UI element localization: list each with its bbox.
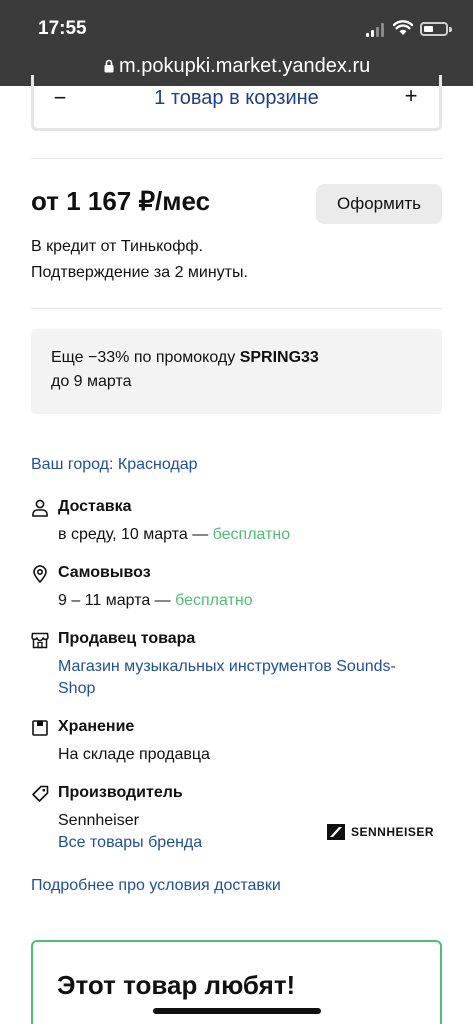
box-icon [32, 720, 48, 736]
battery-icon [420, 22, 452, 36]
delivery-terms-link[interactable]: Подробнее про условия доставки [31, 877, 281, 895]
credit-line-2: Подтверждение за 2 минуты. [31, 264, 248, 281]
storage-title: Хранение [58, 718, 135, 735]
delivery-title: Доставка [58, 498, 132, 515]
seller-title: Продавец товара [58, 630, 196, 647]
pickup-info: 9 – 11 марта — бесплатно [58, 592, 253, 609]
promo-banner: Еще −33% по промокоду SPRING33 до 9 март… [31, 329, 442, 414]
storage-info: На складе продавца [58, 746, 210, 763]
status-time: 17:55 [38, 18, 87, 39]
status-bar: 17:55 [0, 0, 473, 52]
cart-count-label[interactable]: 1 товар в корзине [34, 87, 439, 110]
tag-icon [32, 785, 49, 802]
sennheiser-logo[interactable]: SENNHEISER [327, 823, 434, 841]
monthly-price: от 1 167 ₽/мес [31, 186, 211, 216]
pickup-title: Самовывоз [58, 564, 151, 581]
city-selector-link[interactable]: Ваш город: Краснодар [31, 456, 198, 474]
brand-logo-text: SENNHEISER [351, 825, 435, 839]
pickup-price: бесплатно [175, 592, 253, 609]
lock-icon [104, 59, 114, 73]
wifi-icon [393, 20, 413, 35]
person-icon [32, 499, 48, 517]
popular-heading: Этот товар любят! [57, 970, 296, 1000]
manufacturer-title: Производитель [58, 784, 183, 801]
brand-mark-icon [327, 824, 345, 840]
credit-line-1: В кредит от Тинькофф. [31, 238, 203, 255]
home-indicator[interactable] [153, 1008, 321, 1014]
promo-code: SPRING33 [239, 349, 319, 366]
manufacturer-info: Sennheiser Все товары бренда [58, 810, 202, 854]
seller-link[interactable]: Магазин музыкальных инструментов Sounds-… [58, 656, 396, 700]
divider [31, 308, 442, 309]
checkout-button[interactable]: Оформить [316, 184, 442, 224]
cart-quantity-control: − 1 товар в корзине + [31, 75, 442, 131]
promo-text: Еще −33% по промокоду SPRING33 [51, 349, 319, 366]
manufacturer-name: Sennheiser [58, 812, 139, 829]
delivery-price: бесплатно [212, 526, 291, 543]
promo-until: до 9 марта [51, 373, 132, 390]
cellular-signal-icon [366, 23, 386, 37]
location-pin-icon [33, 565, 47, 583]
divider [31, 158, 442, 159]
credit-info: В кредит от Тинькофф. Подтверждение за 2… [31, 234, 248, 286]
store-icon [31, 632, 49, 649]
increase-quantity-button[interactable]: + [399, 83, 423, 109]
delivery-info: в среду, 10 марта — бесплатно [58, 526, 291, 543]
brand-products-link[interactable]: Все товары бренда [58, 832, 202, 854]
